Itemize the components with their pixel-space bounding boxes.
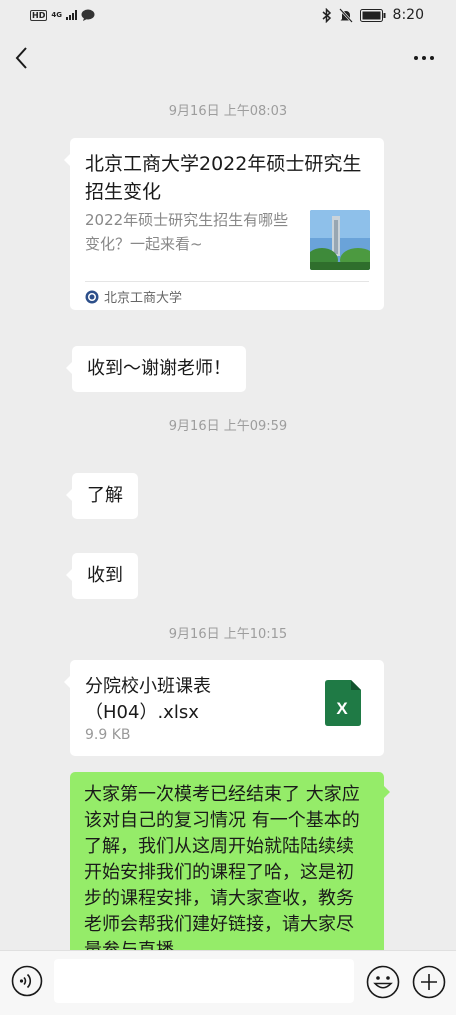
message-input[interactable] (54, 959, 354, 1003)
chat-header (0, 32, 456, 84)
article-source: 北京工商大学 (85, 287, 182, 306)
status-bar: HD 4G 8:20 (0, 0, 456, 32)
message-bubble[interactable]: 了解 (66, 473, 138, 519)
more-options-icon[interactable] (412, 46, 436, 70)
mute-bell-icon (338, 7, 353, 23)
battery-icon (359, 8, 386, 22)
bluetooth-icon (322, 7, 331, 23)
article-description: 2022年硕士研究生招生有哪些变化？一起来看~ (85, 211, 289, 253)
excel-badge-text: X (336, 699, 348, 718)
excel-file-icon: X (325, 680, 361, 730)
more-functions-icon[interactable] (412, 965, 446, 999)
status-left: HD 4G (30, 9, 95, 21)
clock: 8:20 (392, 7, 424, 23)
file-message[interactable]: 分院校小班课表（H04）.xlsx 9.9 KB X (64, 660, 384, 756)
article-source-name: 北京工商大学 (104, 291, 183, 306)
card-divider (85, 281, 369, 282)
file-name: 分院校小班课表（H04）.xlsx (85, 676, 211, 723)
chat-messages[interactable]: 9月16日 上午08:03 北京工商大学2022年硕士研究生招生变化 2022年… (0, 84, 456, 950)
message-timestamp: 9月16日 上午10:15 (168, 627, 288, 642)
article-title: 北京工商大学2022年硕士研究生招生变化 (85, 153, 362, 203)
status-right: 8:20 (322, 7, 424, 23)
chat-notification-icon (81, 9, 95, 21)
input-bar (0, 950, 456, 1015)
article-card[interactable]: 北京工商大学2022年硕士研究生招生变化 2022年硕士研究生招生有哪些变化？一… (64, 138, 384, 310)
message-text: 大家第一次模考已经结束了 大家应该对自己的复习情况 有一个基本的了解，我们从这周… (84, 784, 360, 950)
message-bubble[interactable]: 收到 (66, 553, 138, 599)
message-timestamp: 9月16日 上午08:03 (168, 104, 288, 119)
university-logo-icon (85, 290, 99, 303)
message-bubble[interactable]: 收到～谢谢老师！ (66, 346, 246, 392)
emoji-icon[interactable] (366, 965, 400, 999)
signal-icon (65, 10, 77, 20)
hd-indicator: HD (30, 9, 48, 21)
back-arrow-icon[interactable] (10, 44, 34, 72)
network-type: 4G (51, 10, 62, 19)
sent-message-bubble[interactable]: 大家第一次模考已经结束了 大家应该对自己的复习情况 有一个基本的了解，我们从这周… (70, 772, 390, 950)
message-text: 收到 (87, 565, 123, 586)
file-size: 9.9 KB (85, 727, 131, 743)
message-text: 了解 (87, 485, 123, 506)
voice-input-icon[interactable] (11, 965, 43, 997)
message-timestamp: 9月16日 上午09:59 (168, 419, 288, 434)
message-text: 收到～谢谢老师！ (87, 358, 231, 379)
article-thumbnail (310, 210, 370, 270)
